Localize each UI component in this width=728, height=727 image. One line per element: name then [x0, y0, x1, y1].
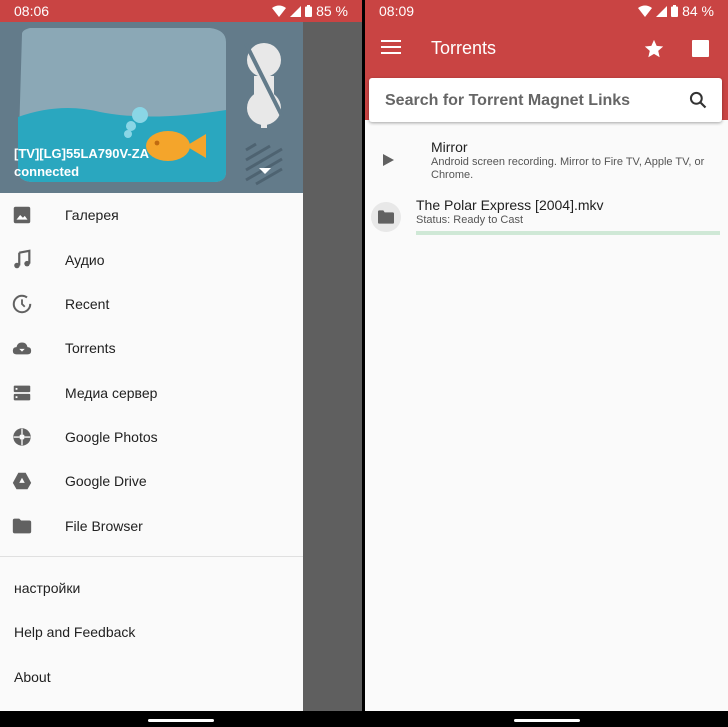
home-gesture-pill[interactable] [513, 719, 580, 722]
menu-item-google-drive[interactable]: Google Drive [0, 459, 303, 503]
folder-avatar [371, 202, 401, 232]
folder-icon [378, 210, 394, 224]
menu-item-label: File Browser [65, 518, 143, 534]
menu-item-about[interactable]: About [14, 669, 51, 685]
wifi-icon [638, 5, 653, 17]
home-gesture-pill[interactable] [148, 719, 214, 722]
progress-fill [416, 231, 720, 235]
menu-item-label: Аудио [65, 252, 105, 268]
battery-percent: 85 % [316, 3, 348, 19]
google-photos-icon [13, 428, 31, 446]
menu-item-settings[interactable]: настройки [14, 580, 80, 596]
menu-item-label: Google Drive [65, 473, 147, 489]
status-bar: 08:06 85 % [0, 0, 362, 22]
search-input[interactable] [383, 86, 677, 116]
navigation-drawer: [TV][LG]55LA790V-ZA connected Галерея Ау… [0, 0, 303, 711]
battery-percent: 84 % [682, 3, 714, 19]
battery-icon [671, 5, 679, 17]
play-icon [383, 154, 394, 166]
status-time: 08:06 [14, 3, 50, 19]
menu-item-label: Галерея [65, 207, 119, 223]
menu-item-help-feedback[interactable]: Help and Feedback [14, 624, 135, 640]
search-bar [369, 78, 722, 122]
google-drive-icon [12, 472, 32, 490]
menu-item-google-photos[interactable]: Google Photos [0, 415, 303, 459]
device-name: [TV][LG]55LA790V-ZA [14, 146, 150, 161]
media-server-icon [13, 385, 31, 401]
search-icon[interactable] [688, 90, 708, 110]
recent-icon [12, 294, 32, 314]
navigation-bar [0, 711, 362, 727]
stop-icon[interactable] [692, 40, 709, 57]
menu-item-file-browser[interactable]: File Browser [0, 504, 303, 548]
music-note-icon [14, 249, 31, 269]
status-icons: 84 % [638, 3, 714, 19]
menu-item-label: Torrents [65, 340, 116, 356]
device-status: connected [14, 164, 80, 179]
right-screen: Torrents 08:09 84 % Mirror Android scree… [365, 0, 728, 727]
menu-item-media-server[interactable]: Медиа сервер [0, 371, 303, 415]
menu-divider [0, 556, 303, 557]
status-icons: 85 % [272, 3, 348, 19]
menu-item-audio[interactable]: Аудио [0, 238, 303, 282]
item-subtitle: Android screen recording. Mirror to Fire… [431, 156, 705, 181]
menu-item-recent[interactable]: Recent [0, 282, 303, 326]
item-title: Mirror [431, 139, 468, 155]
status-bar: 08:09 84 % [365, 0, 728, 22]
menu-item-torrents[interactable]: Torrents [0, 326, 303, 370]
left-screen: [TV][LG]55LA790V-ZA connected Галерея Ау… [0, 0, 362, 727]
signal-icon [656, 5, 668, 17]
menu-item-gallery[interactable]: Галерея [0, 193, 303, 237]
drawer-header: [TV][LG]55LA790V-ZA connected [0, 22, 303, 193]
star-icon[interactable] [643, 38, 665, 60]
item-title: The Polar Express [2004].mkv [416, 197, 604, 213]
account-dropdown-icon[interactable] [255, 162, 275, 182]
battery-icon [305, 5, 313, 17]
menu-item-label: Recent [65, 296, 110, 312]
page-title: Torrents [431, 38, 497, 58]
cloud-download-icon [12, 342, 32, 355]
navigation-bar [365, 711, 728, 727]
hamburger-menu-icon[interactable] [381, 40, 401, 56]
gallery-icon [13, 206, 31, 224]
item-status: Status: Ready to Cast [416, 214, 523, 226]
list-item-mirror[interactable]: Mirror Android screen recording. Mirror … [365, 136, 728, 186]
drawer-scrim[interactable] [303, 22, 362, 711]
menu-item-label: Google Photos [65, 429, 158, 445]
menu-item-label: Медиа сервер [65, 385, 158, 401]
status-time: 08:09 [379, 3, 415, 19]
signal-icon [290, 5, 302, 17]
wifi-icon [272, 5, 287, 17]
cast-progress-bar [416, 231, 720, 235]
folder-icon [12, 518, 32, 534]
